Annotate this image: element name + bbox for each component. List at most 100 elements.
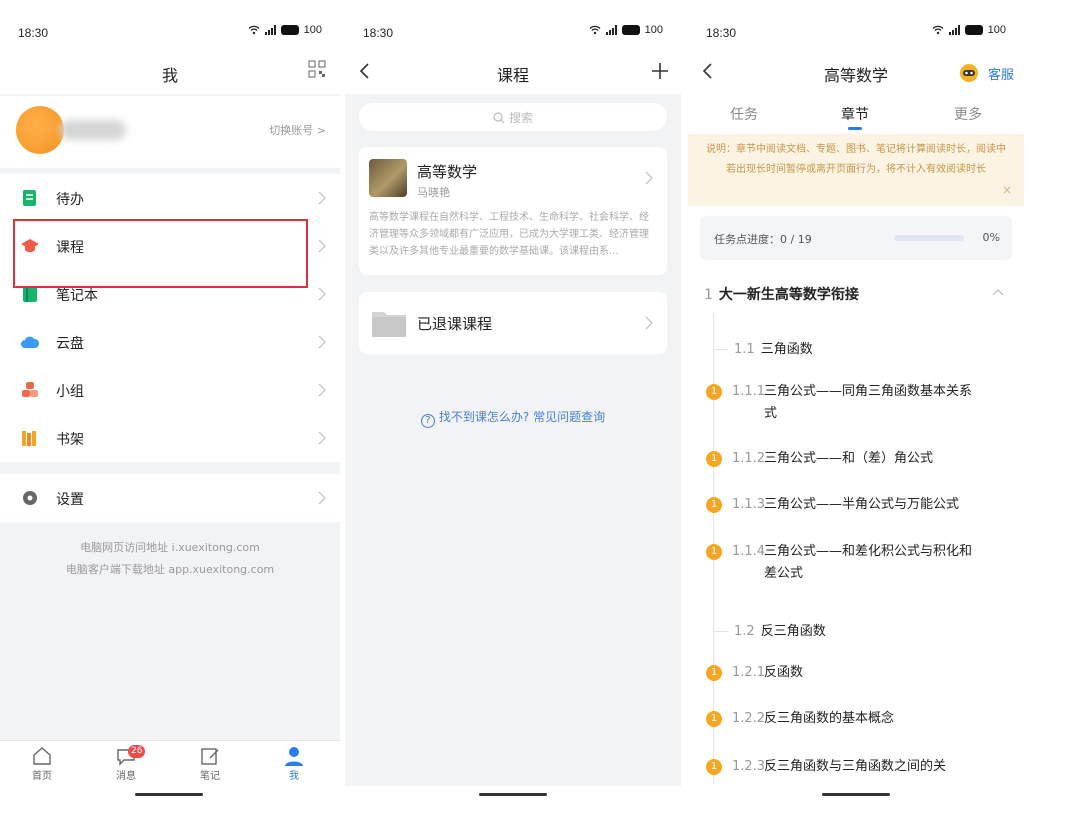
menu-item-settings[interactable]: 设置 (0, 474, 340, 522)
todo-icon (23, 190, 36, 206)
menu-item-group[interactable]: 小组 (0, 366, 340, 414)
tab-messages[interactable]: 26 消息 (96, 745, 156, 782)
course-description: 高等数学课程在自然科学、工程技术、生命科学、社会科学、经济管理等众多领域都有广泛… (369, 212, 649, 257)
page-title: 课程 (496, 66, 529, 85)
chevron-right-icon (318, 239, 326, 253)
section-row[interactable]: 1.1 三角函数 (714, 338, 813, 357)
lesson-number: 1.2.3 (732, 759, 766, 774)
status-bar: 18:30 100 (0, 0, 340, 52)
section-row[interactable]: 1.2 反三角函数 (714, 620, 826, 639)
chevron-right-icon (318, 431, 326, 445)
lesson-item[interactable]: 1 1.2.3 反三角函数与三角函数之间的关 (706, 756, 976, 782)
segment-tabs: 任务 章节 更多 (688, 96, 1024, 132)
menu-label: 小组 (56, 384, 84, 400)
task-progress: 任务点进度：0 / 19 0% (700, 216, 1012, 260)
menu-label: 笔记本 (56, 288, 98, 304)
chevron-right-icon (318, 491, 326, 505)
task-count-dot: 1 (706, 451, 722, 467)
highlight-box-course (13, 219, 308, 288)
lesson-title: 三角公式——半角公式与万能公式 (764, 497, 960, 512)
profile-header[interactable]: 切换账号 > (0, 96, 340, 168)
wifi-icon (589, 25, 601, 35)
note-edit-icon (201, 748, 219, 765)
nav-bar: 我 (0, 52, 340, 94)
lesson-number: 1.1.4 (732, 544, 766, 559)
settings-menu: 设置 (0, 474, 340, 522)
task-count-dot: 1 (706, 384, 722, 400)
tab-tasks[interactable]: 任务 (704, 104, 784, 124)
signal-icon (264, 25, 276, 35)
unread-badge: 26 (128, 745, 146, 758)
lesson-number: 1.1.2 (732, 451, 766, 466)
nav-bar: 高等数学 客服 (688, 52, 1024, 94)
help-link[interactable]: ? 找不到课怎么办? 常见问题查询 (345, 408, 681, 428)
task-count-dot: 1 (706, 759, 722, 775)
nav-bar: 课程 (345, 52, 681, 94)
task-count-dot: 1 (706, 497, 722, 513)
menu-label: 云盘 (56, 336, 84, 352)
signal-icon (948, 25, 960, 35)
tab-me[interactable]: 我 (264, 745, 324, 782)
chapter-name: 大一新生高等数学衔接 (718, 287, 859, 303)
course-teacher: 马晓艳 (417, 186, 450, 199)
tree-branch (714, 349, 728, 350)
chapter-title[interactable]: 1 大一新生高等数学衔接 (704, 284, 859, 304)
profile-screen: 18:30 100 我 切换账号 > 待办 课程 笔记本 云盘 小组 书架 设置… (0, 0, 340, 830)
wifi-icon (932, 25, 944, 35)
customer-service-button[interactable]: 客服 (958, 62, 1014, 84)
lesson-title: 三角公式——和差化积公式与积化和差公式 (764, 544, 973, 581)
section-number: 1.1 (734, 342, 755, 357)
battery-icon (280, 25, 299, 35)
menu-item-bookshelf[interactable]: 书架 (0, 414, 340, 462)
avatar[interactable] (16, 106, 64, 154)
tab-label: 我 (289, 771, 299, 782)
tab-chapters[interactable]: 章节 (815, 104, 895, 124)
menu-label: 设置 (56, 492, 84, 508)
battery-icon (621, 25, 640, 35)
web-address-note: 电脑网页访问地址 i.xuexitong.com (80, 541, 260, 554)
bottom-tab-bar: 首页 26 消息 笔记 我 (0, 740, 340, 786)
close-icon[interactable]: × (1002, 180, 1012, 200)
lesson-title: 反三角函数与三角函数之间的关 (764, 759, 947, 774)
active-tab-indicator (848, 127, 862, 130)
tab-label: 消息 (116, 771, 136, 782)
lesson-number: 1.1.1 (732, 384, 766, 399)
bookshelf-icon (22, 431, 36, 446)
tab-notes[interactable]: 笔记 (180, 745, 240, 782)
search-input[interactable]: 搜索 (359, 103, 667, 131)
dropped-courses-label: 已退课课程 (417, 315, 493, 333)
user-name-blurred (60, 120, 126, 140)
lesson-title: 三角公式——同角三角函数基本关系式 (764, 384, 973, 421)
menu-item-todo[interactable]: 待办 (0, 174, 340, 222)
chapter-number: 1 (704, 287, 713, 303)
battery-icon (964, 25, 983, 35)
home-indicator[interactable] (822, 793, 890, 796)
tab-more[interactable]: 更多 (928, 104, 1008, 124)
chevron-right-icon (318, 383, 326, 397)
lesson-number: 1.1.3 (732, 497, 766, 512)
home-indicator[interactable] (479, 793, 547, 796)
add-icon[interactable] (651, 62, 669, 80)
signal-icon (605, 25, 617, 35)
group-icon (22, 382, 38, 397)
task-count-dot: 1 (706, 665, 722, 681)
lesson-title: 反函数 (764, 665, 804, 680)
menu-item-cloud[interactable]: 云盘 (0, 318, 340, 366)
course-name: 高等数学 (417, 163, 478, 181)
progress-percent: 0% (982, 231, 1000, 244)
section-title: 三角函数 (760, 342, 813, 357)
tab-home[interactable]: 首页 (12, 745, 72, 782)
dropped-courses-card[interactable]: 已退课课程 (359, 292, 667, 354)
menu-label: 待办 (56, 192, 84, 208)
course-card[interactable]: 高等数学 马晓艳 高等数学课程在自然科学、工程技术、生命科学、社会科学、经济管理… (359, 147, 667, 275)
task-count-dot: 1 (706, 544, 722, 560)
qr-code-icon[interactable] (308, 60, 326, 78)
chevron-up-icon[interactable] (992, 288, 1004, 296)
main-menu: 待办 课程 笔记本 云盘 小组 书架 (0, 174, 340, 462)
chevron-right-icon (645, 171, 653, 185)
status-icons: 100 (932, 24, 1006, 36)
switch-account-link[interactable]: 切换账号 > (269, 122, 326, 138)
home-indicator[interactable] (135, 793, 203, 796)
chevron-right-icon (318, 191, 326, 205)
lesson-title: 反三角函数的基本概念 (764, 711, 895, 726)
